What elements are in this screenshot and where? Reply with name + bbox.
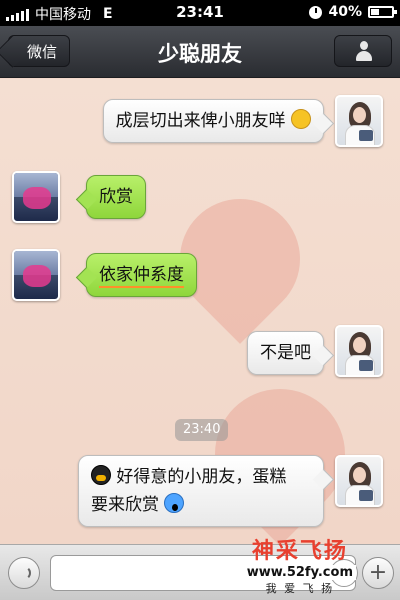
message-timestamp: 23:40	[175, 419, 229, 441]
watermark: 神采飞扬 www.52fy.com 我 爱 飞 扬	[243, 533, 356, 596]
nav-bar: 微信 少聪朋友	[0, 26, 400, 78]
message-text-line1: 好得意的小朋友，蛋糕	[116, 467, 287, 487]
message-text: 成层切出来俾小朋友咩	[115, 111, 286, 131]
message-bubble-received[interactable]: 依家仲系度	[86, 253, 197, 297]
more-options-button[interactable]: +	[362, 557, 394, 589]
status-bar: 中国移动 E 23:41 40%	[0, 0, 400, 26]
status-right: 40%	[309, 4, 397, 20]
scream-emoji-icon	[164, 493, 185, 513]
voice-input-button[interactable]	[8, 557, 40, 589]
battery-percent: 40%	[328, 4, 362, 20]
message-bubble-sent[interactable]: 成层切出来俾小朋友咩	[102, 99, 324, 143]
message-text-line2: 要来欣赏	[91, 495, 159, 515]
my-avatar[interactable]	[335, 325, 383, 377]
watermark-brand: 神采飞扬	[251, 538, 348, 564]
contact-avatar[interactable]	[12, 171, 60, 223]
contact-profile-button[interactable]	[334, 35, 392, 67]
my-avatar[interactable]	[335, 455, 383, 507]
message-text: 不是吧	[260, 343, 311, 363]
watermark-slogan: 我 爱 飞 扬	[265, 582, 335, 595]
input-bar: + 神采飞扬 www.52fy.com 我 爱 飞 扬	[0, 538, 400, 600]
battery-icon	[368, 6, 397, 18]
watermark-url: www.52fy.com	[243, 565, 356, 580]
person-icon	[356, 41, 372, 61]
message-text: 欣赏	[99, 187, 133, 207]
smirk-emoji-icon	[291, 109, 311, 129]
chat-area[interactable]: 成层切出来俾小朋友咩 欣赏 依家仲系度 不是吧 23:40 好得意的小朋友，蛋糕…	[0, 79, 400, 544]
message-bubble-received[interactable]: 欣赏	[86, 175, 146, 219]
message-bubble-sent[interactable]: 不是吧	[247, 331, 324, 375]
contact-avatar[interactable]	[12, 249, 60, 301]
message-text: 依家仲系度	[99, 265, 184, 285]
my-avatar[interactable]	[335, 95, 383, 147]
alarm-icon	[309, 5, 323, 19]
voice-icon	[17, 566, 31, 580]
penguin-emoji-icon	[91, 465, 111, 485]
message-bubble-sent[interactable]: 好得意的小朋友，蛋糕 要来欣赏	[78, 455, 324, 527]
